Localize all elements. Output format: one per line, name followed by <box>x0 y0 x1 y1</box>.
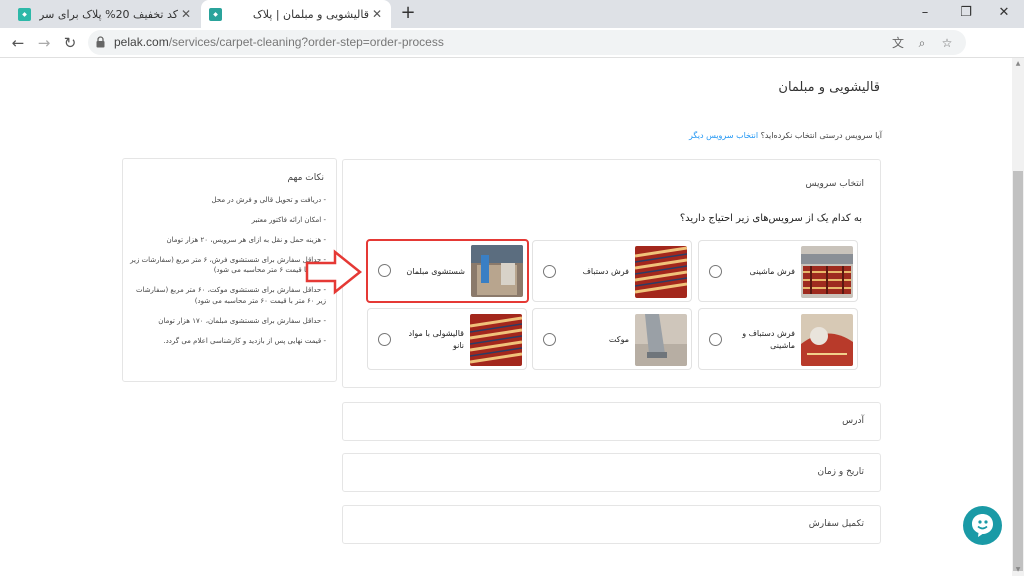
service-option-handmade-carpet[interactable]: فرش دستباف <box>532 240 692 302</box>
option-label: شستشوی مبلمان <box>406 267 465 276</box>
option-label: فرش دستباف و ماشینی <box>742 329 795 350</box>
option-radio[interactable] <box>709 265 722 278</box>
tab-bar: ◆ کد تخفیف 20% پلاک برای سرویس ✕ ◆ قالیش… <box>0 0 1024 28</box>
question-prefix: آیا سرویس درستی انتخاب نکرده‌اید؟ <box>760 131 882 140</box>
note-item: - حداقل سفارش برای شستشوی موکت، ۶۰ متر م… <box>135 286 326 306</box>
lock-icon <box>96 36 105 48</box>
option-label: فرش ماشینی <box>749 267 795 276</box>
note-item: - حداقل سفارش برای شستشوی فرش، ۶ متر مرب… <box>130 255 326 275</box>
service-option-handmade-and-machine[interactable]: فرش دستباف و ماشینی <box>698 308 858 370</box>
forward-button[interactable]: → <box>33 32 55 54</box>
service-selection-card: انتخاب سرویس به کدام یک از سرویس‌های زیر… <box>342 159 881 388</box>
url-host: pelak.com <box>114 35 169 49</box>
chat-icon <box>972 514 993 537</box>
close-tab-icon[interactable]: ✕ <box>178 7 194 21</box>
reload-button[interactable]: ↻ <box>59 32 81 54</box>
new-tab-button[interactable]: + <box>398 3 418 23</box>
back-button[interactable]: ← <box>7 32 29 54</box>
step-title: آدرس <box>842 416 864 426</box>
scroll-down-icon[interactable]: ▼ <box>1014 566 1022 573</box>
note-item: - حداقل سفارش برای شستشوی مبلمان، ۱۷۰ هز… <box>158 316 326 325</box>
tab-inactive[interactable]: ◆ کد تخفیف 20% پلاک برای سرویس ✕ <box>10 0 200 28</box>
tab-title: کد تخفیف 20% پلاک برای سرویس <box>39 7 178 21</box>
zoom-icon[interactable]: ⌕ <box>914 35 930 51</box>
step-title: تکمیل سفارش <box>808 519 864 529</box>
note-item: - امکان ارائه فاکتور معتبر <box>251 215 326 224</box>
option-radio[interactable] <box>378 264 391 277</box>
close-window-button[interactable]: ✕ <box>984 0 1024 28</box>
note-item: - قیمت نهایی پس از بازدید و کارشناسی اعل… <box>163 336 326 345</box>
site-favicon-icon: ◆ <box>18 7 31 21</box>
translate-icon[interactable]: 文 <box>890 35 906 51</box>
option-radio[interactable] <box>378 333 391 346</box>
notes-title: نکات مهم <box>287 173 324 183</box>
site-favicon-icon: ◆ <box>209 7 222 21</box>
star-icon[interactable]: ☆ <box>939 35 955 51</box>
service-option-nano-cleaning[interactable]: قالیشولی با مواد نانو <box>367 308 527 370</box>
restore-button[interactable]: ❐ <box>946 0 986 28</box>
option-label: قالیشولی با مواد نانو <box>408 329 464 350</box>
nano-cleaning-image <box>470 314 522 366</box>
close-tab-icon[interactable]: ✕ <box>369 7 385 21</box>
option-radio[interactable] <box>543 265 556 278</box>
option-label: فرش دستباف <box>582 267 629 276</box>
service-option-machine-carpet[interactable]: فرش ماشینی <box>698 240 858 302</box>
scroll-up-icon[interactable]: ▲ <box>1014 60 1022 67</box>
browser-toolbar: ← → ↻ pelak.com/services/carpet-cleaning… <box>0 28 1024 79</box>
minimize-button[interactable]: – <box>905 0 945 28</box>
page-content: قالیشویی و مبلمان آیا سرویس درستی انتخاب… <box>0 58 1012 576</box>
service-option-furniture-cleaning[interactable]: شستشوی مبلمان <box>366 239 529 303</box>
date-time-step[interactable]: تاریخ و زمان <box>342 453 881 492</box>
scrollbar-thumb[interactable] <box>1013 171 1023 571</box>
service-question: به کدام یک از سرویس‌های زیر احتیاج دارید… <box>679 213 862 224</box>
moquette-image <box>635 314 687 366</box>
url-path: /services/carpet-cleaning?order-step=ord… <box>168 35 444 49</box>
page-scrollbar[interactable]: ▲ ▼ <box>1012 58 1024 576</box>
change-service-line: آیا سرویس درستی انتخاب نکرده‌اید؟ انتخاب… <box>689 131 882 140</box>
annotation-arrow-icon <box>305 249 363 295</box>
handmade-machine-carpet-image <box>801 314 853 366</box>
notes-list: - دریافت و تحویل قالی و فرش در محل - امک… <box>130 195 326 356</box>
note-item: - هزینه حمل و نقل به ازای هر سرویس، ۲۰ ه… <box>166 235 326 244</box>
address-bar[interactable]: pelak.com/services/carpet-cleaning?order… <box>88 30 966 55</box>
machine-carpet-image <box>801 246 853 298</box>
change-service-link[interactable]: انتخاب سرویس دیگر <box>689 131 758 140</box>
tab-title: قالیشویی و مبلمان | پلاک <box>252 7 369 21</box>
handmade-carpet-image <box>635 246 687 298</box>
note-item: - دریافت و تحویل قالی و فرش در محل <box>211 196 327 204</box>
option-radio[interactable] <box>543 333 556 346</box>
step-title: تاریخ و زمان <box>817 467 865 477</box>
service-selection-title: انتخاب سرویس <box>805 179 864 189</box>
furniture-cleaning-image <box>471 245 523 297</box>
complete-order-step[interactable]: تکمیل سفارش <box>342 505 881 544</box>
option-radio[interactable] <box>709 333 722 346</box>
tab-active[interactable]: ◆ قالیشویی و مبلمان | پلاک ✕ <box>201 0 391 28</box>
page-title: قالیشویی و مبلمان <box>778 80 880 95</box>
address-step[interactable]: آدرس <box>342 402 881 441</box>
option-label: موکت <box>608 335 629 344</box>
service-option-moquette[interactable]: موکت <box>532 308 692 370</box>
url-text: pelak.com/services/carpet-cleaning?order… <box>114 35 444 49</box>
chat-button[interactable] <box>963 506 1002 545</box>
